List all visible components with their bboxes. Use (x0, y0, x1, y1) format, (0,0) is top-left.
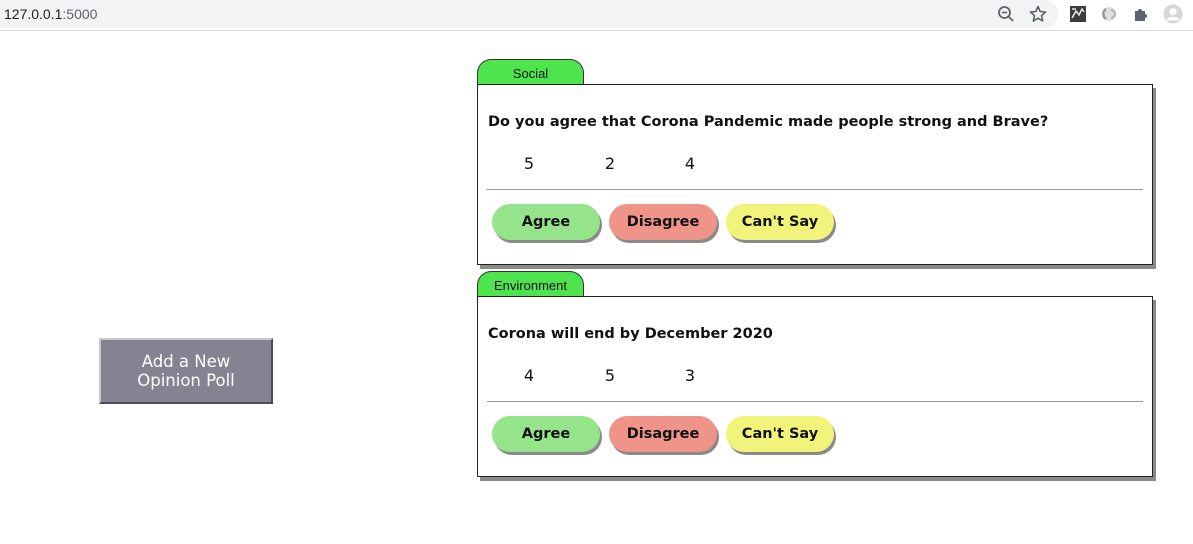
poll-body: Do you agree that Corona Pandemic made p… (477, 84, 1153, 265)
cant-say-count: 4 (684, 154, 696, 173)
zoom-out-icon[interactable] (996, 4, 1016, 24)
agree-count: 4 (523, 366, 535, 385)
profile-avatar-icon[interactable] (1163, 4, 1183, 24)
poll-body: Corona will end by December 2020 4 5 3 A… (477, 296, 1153, 477)
divider (487, 401, 1143, 402)
extensions-puzzle-icon[interactable] (1131, 4, 1151, 24)
agree-button[interactable]: Agree (492, 416, 600, 452)
add-new-poll-button[interactable]: Add a New Opinion Poll (99, 338, 273, 404)
url-port: :5000 (62, 6, 98, 22)
bookmark-star-icon[interactable] (1028, 4, 1048, 24)
disagree-count: 5 (604, 366, 616, 385)
url-host: 127.0.0.1 (4, 6, 63, 22)
cant-say-button[interactable]: Can't Say (726, 416, 834, 452)
address-bar[interactable]: 127.0.0.1:5000 (0, 0, 1058, 28)
poll-category-tab: Environment (477, 271, 584, 296)
extension-icon-2[interactable] (1099, 4, 1119, 24)
url-text[interactable]: 127.0.0.1:5000 (4, 6, 97, 22)
divider (487, 189, 1143, 190)
cant-say-count: 3 (684, 366, 696, 385)
poll-category-tab: Social (477, 59, 584, 84)
poll-question: Do you agree that Corona Pandemic made p… (488, 114, 1049, 130)
disagree-count: 2 (604, 154, 616, 173)
extension-icon[interactable] (1068, 4, 1088, 24)
poll-question: Corona will end by December 2020 (488, 326, 773, 342)
disagree-button[interactable]: Disagree (609, 204, 717, 240)
cant-say-button[interactable]: Can't Say (726, 204, 834, 240)
disagree-button[interactable]: Disagree (609, 416, 717, 452)
browser-toolbar: 127.0.0.1:5000 (0, 0, 1193, 31)
agree-button[interactable]: Agree (492, 204, 600, 240)
agree-count: 5 (523, 154, 535, 173)
